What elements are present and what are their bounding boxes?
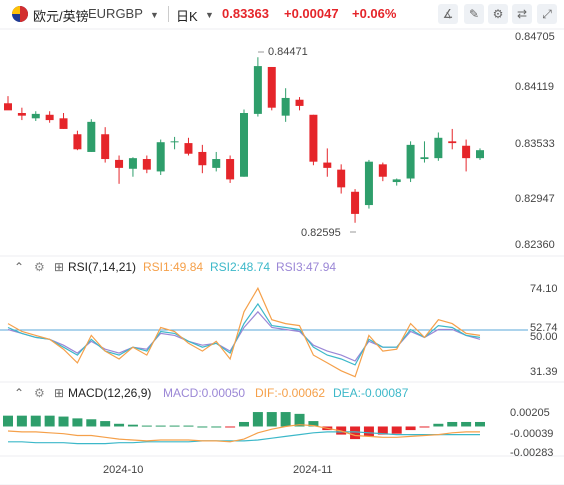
candle-body: [281, 97, 290, 116]
dea-value: DEA:-0.00087: [333, 386, 409, 400]
candle-body: [59, 118, 68, 129]
macd-axis-label: -0.00283: [510, 447, 554, 459]
macd-histogram-bar: [3, 415, 13, 427]
candle-body: [142, 159, 151, 170]
candle-body: [462, 145, 471, 159]
macd-expand-icon[interactable]: ⊞: [54, 386, 64, 400]
dif-value: DIF:-0.00062: [255, 386, 326, 400]
macd-value: MACD:0.00050: [163, 386, 246, 400]
candle-body: [476, 150, 484, 159]
macd-histogram-bar: [183, 425, 194, 427]
price-axis-label: 0.82947: [515, 193, 555, 205]
macd-histogram-bar: [100, 421, 111, 427]
price-axis-label: 0.84119: [515, 81, 554, 93]
macd-histogram-bar: [114, 423, 125, 427]
candle-body: [448, 141, 457, 144]
macd-histogram-bar: [419, 426, 430, 428]
candle-body: [351, 191, 360, 214]
price-axis-label: 0.82360: [515, 239, 555, 251]
macd-histogram-bar: [58, 416, 69, 427]
candlestick-series: [4, 57, 484, 223]
candle-body: [128, 158, 137, 169]
macd-histogram-bar: [72, 418, 83, 427]
candle-body: [87, 121, 96, 152]
date-axis-label: 2024-10: [103, 464, 144, 476]
macd-histogram-bar: [225, 426, 236, 428]
rsi-label[interactable]: RSI(7,14,21): [68, 260, 136, 274]
rsi1-value: RSI1:49.84: [143, 260, 204, 274]
candle-body: [4, 103, 12, 111]
candle-body: [420, 157, 429, 160]
macd-histogram-bar: [155, 425, 166, 427]
rsi-settings-icon[interactable]: ⚙: [34, 260, 45, 274]
candle-body: [170, 141, 179, 143]
macd-collapse-icon[interactable]: ⌃: [14, 386, 24, 400]
high-price-label: 0.84471: [268, 46, 308, 58]
macd-series: [3, 412, 485, 445]
macd-histogram-bar: [252, 412, 263, 427]
macd-histogram-bar: [447, 421, 458, 427]
macd-histogram-bar: [266, 412, 277, 427]
macd-histogram-bar: [239, 421, 249, 427]
macd-histogram-bar: [461, 421, 472, 427]
candle-body: [378, 164, 387, 177]
chart-canvas[interactable]: [0, 0, 564, 485]
rsi-collapse-icon[interactable]: ⌃: [14, 260, 24, 274]
candle-body: [17, 113, 26, 116]
price-axis-label: 0.83533: [515, 138, 555, 150]
rsi3-value: RSI3:47.94: [276, 260, 337, 274]
macd-histogram-bar: [141, 425, 152, 427]
candle-body: [212, 159, 221, 168]
candle-body: [31, 113, 40, 119]
macd-histogram-bar: [475, 421, 485, 427]
macd-histogram-bar: [16, 415, 27, 427]
candle-body: [364, 161, 373, 206]
macd-histogram-bar: [363, 426, 374, 437]
macd-histogram-bar: [405, 426, 416, 431]
rsi2-value: RSI2:48.74: [210, 260, 271, 274]
macd-histogram-bar: [86, 419, 97, 427]
macd-histogram-bar: [391, 426, 402, 434]
candle-body: [406, 144, 415, 179]
macd-histogram-bar: [433, 423, 444, 427]
macd-settings-icon[interactable]: ⚙: [34, 386, 45, 400]
price-axis-label: 0.84705: [515, 31, 555, 43]
macd-histogram-bar: [44, 415, 55, 427]
candle-body: [240, 113, 248, 177]
candle-body: [115, 159, 124, 168]
candle-body: [156, 142, 165, 172]
candle-body: [226, 159, 235, 180]
macd-histogram-bar: [197, 426, 208, 428]
candle-body: [309, 114, 318, 162]
rsi-expand-icon[interactable]: ⊞: [54, 260, 64, 274]
candle-body: [295, 99, 304, 106]
candle-body: [184, 143, 193, 154]
rsi-series: [0, 286, 528, 378]
candle-body: [101, 134, 110, 160]
rsi-axis-label: 50.00: [530, 331, 558, 343]
rsi-axis-label: 74.10: [530, 283, 558, 295]
macd-axis-label: 0.00205: [510, 407, 550, 419]
low-price-label: 0.82595: [301, 227, 341, 239]
macd-histogram-bar: [350, 426, 361, 440]
candle-body: [434, 137, 443, 159]
candle-body: [198, 151, 207, 166]
macd-axis-label: -0.00039: [510, 428, 554, 440]
candle-body: [392, 179, 401, 183]
macd-histogram-bar: [280, 412, 291, 427]
candle-body: [253, 66, 262, 114]
macd-histogram-bar: [211, 426, 222, 428]
macd-histogram-bar: [127, 424, 138, 427]
macd-label[interactable]: MACD(12,26,9): [68, 386, 151, 400]
candle-body: [45, 114, 54, 121]
candle-body: [267, 66, 276, 108]
rsi-axis-label: 31.39: [530, 366, 558, 378]
date-axis-label: 2024-11: [293, 464, 333, 476]
candle-body: [73, 134, 82, 150]
macd-histogram-bar: [169, 425, 180, 427]
candle-body: [337, 169, 346, 188]
macd-histogram-bar: [30, 415, 41, 427]
candle-body: [323, 162, 332, 168]
dea-line: [8, 431, 480, 445]
